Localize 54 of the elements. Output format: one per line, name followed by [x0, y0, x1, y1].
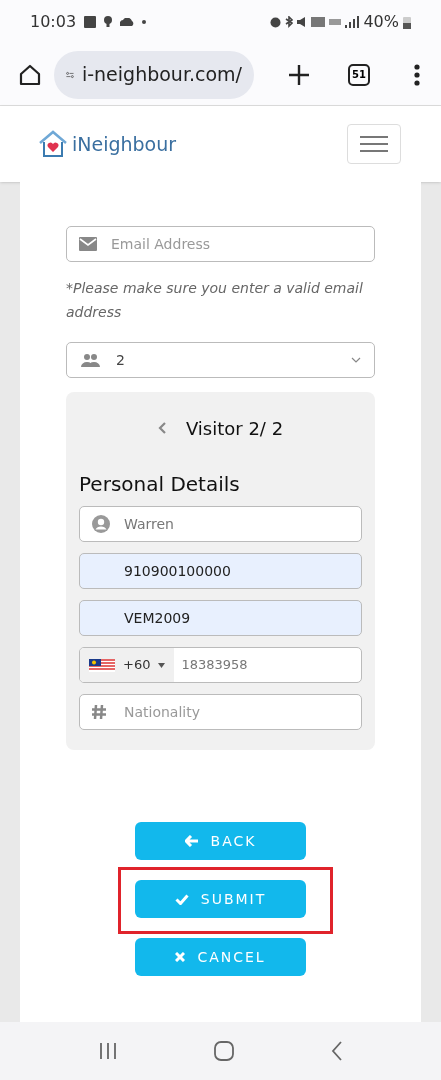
battery-percentage: 40%	[363, 11, 399, 33]
house-heart-logo	[38, 130, 68, 158]
email-hint: *Please make sure you enter a valid email address	[66, 279, 364, 322]
select-value: 2	[116, 350, 126, 370]
text-field[interactable]: 910900100000	[79, 553, 362, 589]
menu-button[interactable]	[347, 124, 401, 164]
alarm-icon	[270, 16, 282, 28]
status-time: 10:03	[30, 11, 77, 33]
country-code: +60	[123, 656, 151, 675]
image-icon	[84, 16, 97, 28]
signal-icon	[345, 16, 360, 28]
url-text: i-neighbour.com/	[81, 62, 242, 88]
person-icon	[92, 515, 110, 533]
flag-icon	[89, 658, 115, 672]
cloud-icon	[120, 18, 135, 26]
envelope-icon	[79, 237, 97, 251]
bulb-icon	[104, 16, 113, 28]
tab-count-button[interactable]: 51	[348, 63, 370, 86]
lte-icon	[329, 19, 342, 25]
recent-apps-icon[interactable]	[98, 1042, 117, 1060]
country-code-select[interactable]: +60	[80, 648, 175, 682]
phone-number: 18383958	[181, 656, 248, 675]
back-icon[interactable]	[330, 1041, 343, 1061]
logo-text: iNeighbour	[72, 131, 177, 157]
home-button-icon[interactable]	[213, 1041, 234, 1061]
plus-icon[interactable]	[288, 63, 310, 86]
arrow-left-icon	[184, 835, 199, 847]
check-icon	[174, 893, 189, 905]
visitor-title: Visitor 2/ 2	[185, 416, 284, 441]
chevron-down-icon	[351, 357, 361, 363]
email-field[interactable]: Email Address	[66, 226, 375, 262]
more-icon[interactable]	[414, 63, 420, 86]
chevron-left-icon[interactable]	[157, 422, 166, 434]
visitor-count-select[interactable]: 2	[66, 342, 375, 378]
menu-icon	[360, 135, 388, 153]
close-icon	[175, 952, 186, 962]
dot-icon	[142, 20, 147, 24]
phone-field[interactable]: +60 18383958	[79, 647, 362, 683]
people-icon	[80, 353, 100, 367]
text-field[interactable]: Warren	[79, 506, 362, 542]
bluetooth-icon	[285, 16, 294, 28]
home-icon[interactable]	[18, 62, 42, 87]
mute-icon	[297, 16, 308, 28]
text-field[interactable]: VEM2009	[79, 600, 362, 636]
hash-icon	[91, 704, 107, 720]
field-value: Warren	[124, 514, 174, 534]
address-bar[interactable]: i-neighbour.com/	[54, 50, 254, 99]
field-value: 910900100000	[124, 561, 231, 581]
section-heading: Personal Details	[79, 472, 241, 496]
volte-icon	[311, 17, 326, 27]
field-value: VEM2009	[124, 608, 191, 628]
battery-icon	[403, 15, 411, 29]
text-field[interactable]: Nationality	[79, 694, 362, 730]
dropdown-caret-icon	[158, 662, 166, 668]
